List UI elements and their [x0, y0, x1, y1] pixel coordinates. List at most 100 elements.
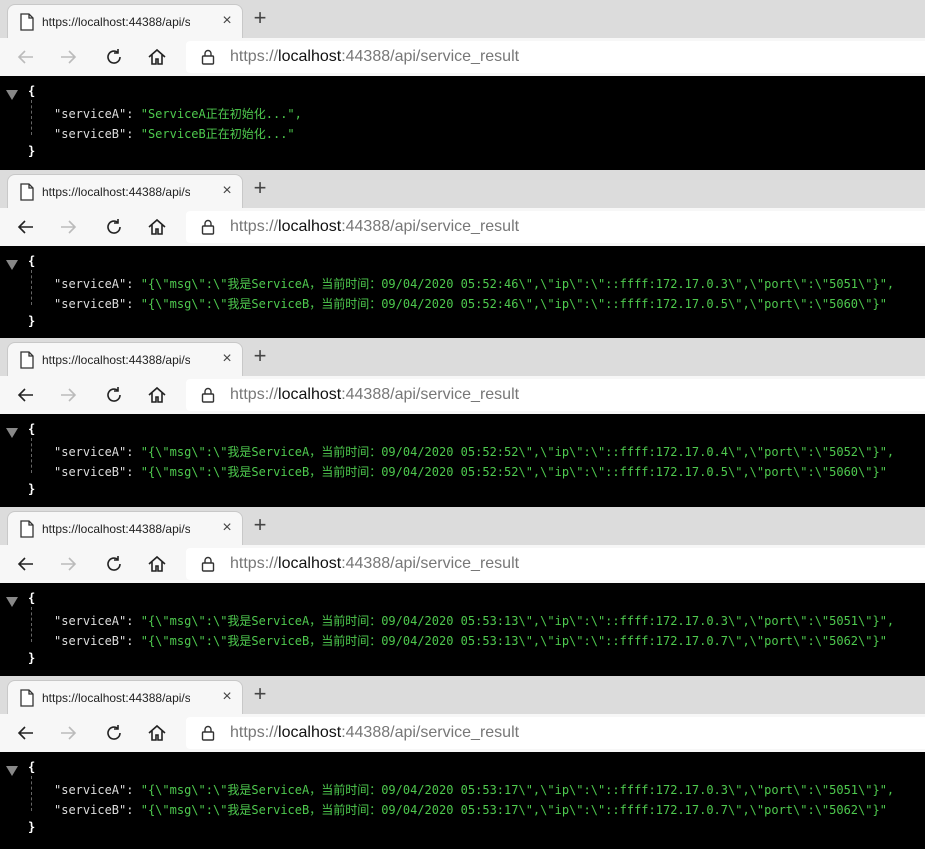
json-value: "{\"msg\":\"我是ServiceB，当前时间：09/04/2020 0… [140, 465, 887, 479]
json-value: "{\"msg\":\"我是ServiceA，当前时间：09/04/2020 0… [140, 783, 895, 797]
url-path: :44388/api/service_result [341, 555, 520, 572]
url-text: https://localhost:44388/api/service_resu… [230, 554, 519, 574]
close-icon[interactable]: × [219, 689, 235, 705]
arrow-right-icon [57, 553, 79, 575]
home-button[interactable] [146, 722, 168, 744]
json-open-brace: { [28, 84, 36, 98]
home-icon [146, 384, 168, 406]
url-scheme: https:// [230, 386, 279, 403]
new-tab-button[interactable]: + [250, 7, 270, 29]
json-value: "ServiceA正在初始化...", [140, 107, 302, 121]
forward-button[interactable] [57, 722, 79, 744]
close-icon[interactable]: × [219, 13, 235, 29]
browser-tab[interactable]: https://localhost:44388/api/servi × [8, 5, 242, 39]
back-button[interactable] [15, 722, 37, 744]
json-row: "serviceA": "ServiceA正在初始化...", [54, 105, 302, 122]
home-icon [146, 553, 168, 575]
lock-icon [199, 724, 217, 742]
home-button[interactable] [146, 216, 168, 238]
address-bar[interactable]: https://localhost:44388/api/service_resu… [186, 717, 925, 749]
new-tab-button[interactable]: + [250, 177, 270, 199]
json-key: "serviceA": [54, 445, 134, 459]
url-path: :44388/api/service_result [341, 724, 520, 741]
refresh-icon [103, 46, 125, 68]
url-text: https://localhost:44388/api/service_resu… [230, 47, 519, 67]
browser-tab[interactable]: https://localhost:44388/api/servi × [8, 175, 242, 209]
json-viewer: { "serviceA": "{\"msg\":\"我是ServiceA，当前时间… [0, 583, 925, 676]
refresh-button[interactable] [103, 553, 125, 575]
new-tab-button[interactable]: + [250, 514, 270, 536]
refresh-button[interactable] [103, 46, 125, 68]
json-close-brace: } [28, 314, 36, 328]
address-bar[interactable]: https://localhost:44388/api/service_resu… [186, 211, 925, 243]
triangle-down-icon[interactable] [6, 427, 18, 438]
forward-button[interactable] [57, 384, 79, 406]
page-icon [19, 183, 35, 201]
toolbar: https://localhost:44388/api/service_resu… [0, 376, 925, 414]
address-bar[interactable]: https://localhost:44388/api/service_resu… [186, 548, 925, 580]
indent-guide [31, 438, 32, 473]
browser-window: https://localhost:44388/api/servi × + https… [0, 507, 925, 676]
browser-tab[interactable]: https://localhost:44388/api/servi × [8, 512, 242, 546]
forward-button[interactable] [57, 46, 79, 68]
address-bar[interactable]: https://localhost:44388/api/service_resu… [186, 41, 925, 73]
json-value: "{\"msg\":\"我是ServiceA，当前时间：09/04/2020 0… [140, 445, 895, 459]
refresh-icon [103, 384, 125, 406]
url-host: localhost [278, 386, 342, 403]
new-tab-button[interactable]: + [250, 683, 270, 705]
json-row: "serviceA": "{\"msg\":\"我是ServiceA，当前时间：… [54, 612, 894, 629]
indent-guide [31, 270, 32, 305]
browser-tab[interactable]: https://localhost:44388/api/servi × [8, 343, 242, 377]
json-value: "{\"msg\":\"我是ServiceB，当前时间：09/04/2020 0… [140, 297, 887, 311]
home-button[interactable] [146, 553, 168, 575]
json-value: "{\"msg\":\"我是ServiceA，当前时间：09/04/2020 0… [140, 277, 895, 291]
triangle-down-icon[interactable] [6, 596, 18, 607]
close-icon[interactable]: × [219, 351, 235, 367]
refresh-button[interactable] [103, 722, 125, 744]
triangle-down-icon[interactable] [6, 89, 18, 100]
url-scheme: https:// [230, 555, 279, 572]
indent-guide [31, 607, 32, 642]
home-button[interactable] [146, 46, 168, 68]
arrow-left-icon [15, 216, 37, 238]
tab-title: https://localhost:44388/api/servi [42, 691, 190, 705]
json-row: "serviceB": "{\"msg\":\"我是ServiceB，当前时间：… [54, 295, 887, 312]
url-path: :44388/api/service_result [341, 48, 520, 65]
home-icon [146, 722, 168, 744]
json-row: "serviceB": "{\"msg\":\"我是ServiceB，当前时间：… [54, 801, 887, 818]
forward-button[interactable] [57, 553, 79, 575]
home-icon [146, 216, 168, 238]
toolbar: https://localhost:44388/api/service_resu… [0, 714, 925, 752]
tab-strip: https://localhost:44388/api/servi × + [0, 338, 925, 377]
json-open-brace: { [28, 591, 36, 605]
json-row: "serviceA": "{\"msg\":\"我是ServiceA，当前时间：… [54, 443, 894, 460]
close-icon[interactable]: × [219, 520, 235, 536]
back-button[interactable] [15, 216, 37, 238]
browser-window: https://localhost:44388/api/servi×+https… [0, 338, 925, 507]
triangle-down-icon[interactable] [6, 765, 18, 776]
url-scheme: https:// [230, 724, 279, 741]
url-scheme: https:// [230, 218, 279, 235]
arrow-right-icon [57, 216, 79, 238]
json-key: "serviceB": [54, 297, 134, 311]
arrow-left-icon [15, 384, 37, 406]
close-icon[interactable]: × [219, 183, 235, 199]
home-icon [146, 46, 168, 68]
page-icon [19, 520, 35, 538]
browser-tab[interactable]: https://localhost:44388/api/servi × [8, 681, 242, 715]
triangle-down-icon[interactable] [6, 259, 18, 270]
back-button[interactable] [15, 553, 37, 575]
tab-title: https://localhost:44388/api/servi [42, 522, 190, 536]
new-tab-button[interactable]: + [250, 345, 270, 367]
home-button[interactable] [146, 384, 168, 406]
back-button[interactable] [15, 384, 37, 406]
forward-button[interactable] [57, 216, 79, 238]
json-row: "serviceA": "{\"msg\":\"我是ServiceA，当前时间：… [54, 781, 894, 798]
browser-window: https://localhost:44388/api/servi × + https… [0, 676, 925, 849]
refresh-button[interactable] [103, 384, 125, 406]
refresh-button[interactable] [103, 216, 125, 238]
json-close-brace: } [28, 820, 36, 834]
back-button[interactable] [15, 46, 37, 68]
address-bar[interactable]: https://localhost:44388/api/service_resu… [186, 379, 925, 411]
lock-icon [199, 48, 217, 66]
